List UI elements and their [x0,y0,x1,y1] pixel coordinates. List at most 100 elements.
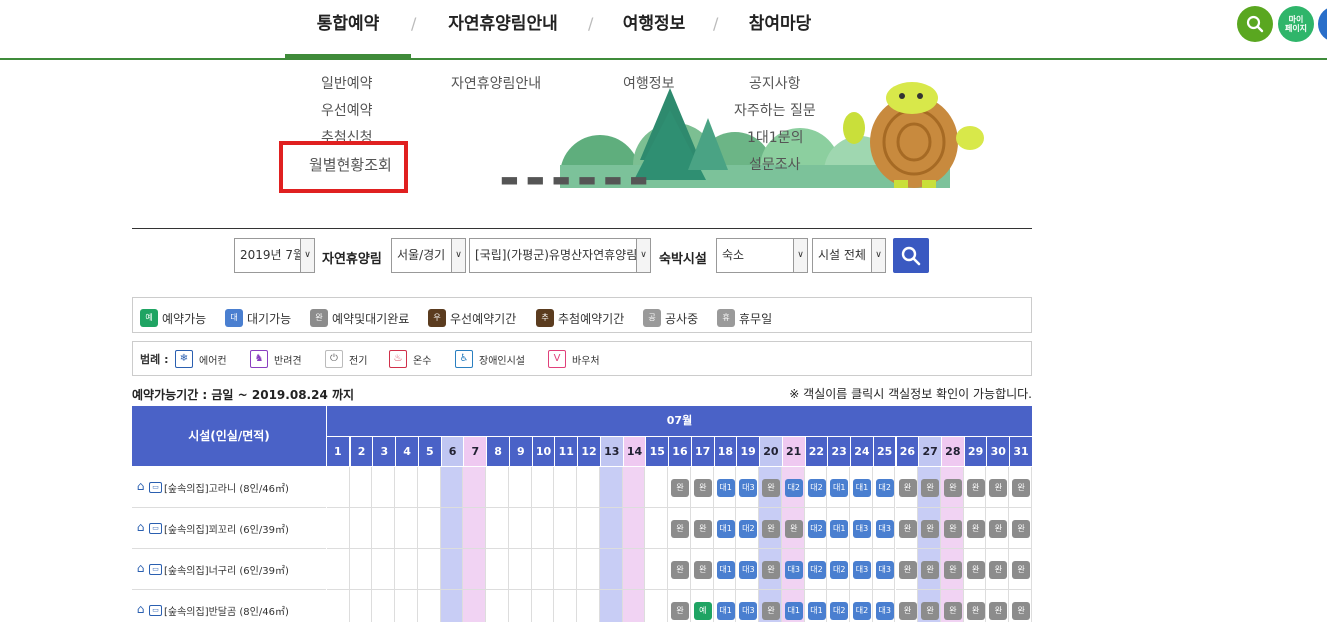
day-cell [463,590,487,622]
status-badge[interactable]: 대2 [739,520,758,538]
facility-select[interactable]: 시설 전체 ∨ [812,238,886,273]
status-badge[interactable]: 대1 [830,520,849,538]
status-badge[interactable]: 완 [693,561,712,579]
submenu-survey[interactable]: 설문조사 [749,154,801,174]
status-badge[interactable]: 대1 [830,479,849,497]
status-badge[interactable]: 완 [1012,479,1031,497]
status-badge[interactable]: 대2 [853,602,872,620]
status-badge[interactable]: 대3 [875,520,894,538]
status-badge[interactable]: 대2 [875,479,894,497]
status-badge[interactable]: 완 [1012,520,1031,538]
room-row-name[interactable]: ⌂ ▭ [숲속의집]고라니 (8인/46㎡) [132,467,326,508]
room-row-name[interactable]: ⌂ ▭ [숲속의집]꾀꼬리 (6인/39㎡) [132,508,326,549]
status-badge[interactable]: 대1 [716,479,735,497]
status-badge[interactable]: 완 [671,479,690,497]
search-button[interactable] [1237,6,1273,42]
submenu-inquiry[interactable]: 1대1문의 [747,127,803,147]
status-badge[interactable]: 완 [966,602,985,620]
status-badge[interactable]: 완 [1012,561,1031,579]
status-badge[interactable]: 완 [921,602,940,620]
gnb-reservation[interactable]: 통합예약 [285,0,411,58]
room-name[interactable]: [숲속의집]너구리 (6인/39㎡) [164,562,289,577]
submenu-notice[interactable]: 공지사항 [749,73,801,93]
mypage-button[interactable]: 마이 페이지 [1278,6,1314,42]
day-cell [486,549,509,590]
status-badge[interactable]: 대2 [830,602,849,620]
status-badge[interactable]: 완 [898,479,917,497]
submenu-priority-reservation[interactable]: 우선예약 [321,100,373,120]
status-badge[interactable]: 완 [966,520,985,538]
status-badge[interactable]: 완 [762,479,781,497]
status-badge[interactable]: 완 [943,479,962,497]
status-badge[interactable]: 완 [784,520,803,538]
status-badge[interactable]: 완 [898,561,917,579]
status-badge[interactable]: 대2 [807,520,826,538]
month-select[interactable]: 2019년 7월 ∨ [234,238,315,273]
gnb-travel-info[interactable]: 여행정보 [612,0,696,58]
status-badge[interactable]: 완 [921,520,940,538]
region-select[interactable]: 서울/경기 ∨ [391,238,466,273]
status-badge[interactable]: 완 [671,602,690,620]
status-badge[interactable]: 예 [693,602,712,620]
status-badge[interactable]: 대1 [716,561,735,579]
status-badge[interactable]: 대2 [807,479,826,497]
status-badge[interactable]: 대1 [807,602,826,620]
status-badge[interactable]: 완 [898,602,917,620]
menu-button[interactable] [1318,6,1327,42]
status-badge[interactable]: 완 [943,602,962,620]
status-badge[interactable]: 대3 [875,602,894,620]
status-badge[interactable]: 완 [762,520,781,538]
status-badge[interactable]: 대1 [853,479,872,497]
status-badge[interactable]: 완 [671,561,690,579]
status-badge[interactable]: 완 [762,561,781,579]
status-badge[interactable]: 완 [966,561,985,579]
status-badge[interactable]: 완 [943,561,962,579]
status-badge[interactable]: 완 [1012,602,1031,620]
lodging-select[interactable]: 숙소 ∨ [716,238,808,273]
filter-search-button[interactable] [893,238,929,273]
aircon-icon: ▭ [149,481,162,493]
status-badge[interactable]: 완 [966,479,985,497]
status-badge[interactable]: 완 [671,520,690,538]
status-badge[interactable]: 대3 [739,602,758,620]
status-badge[interactable]: 대3 [784,561,803,579]
status-badge[interactable]: 대3 [875,561,894,579]
forest-select[interactable]: [국립](가평군)유명산자연휴양림 ∨ [469,238,651,273]
status-badge[interactable]: 대2 [807,561,826,579]
status-badge[interactable]: 대3 [853,561,872,579]
status-badge[interactable]: 대2 [784,479,803,497]
status-badge[interactable]: 완 [989,561,1008,579]
status-badge[interactable]: 완 [921,561,940,579]
room-row-name[interactable]: ⌂ ▭ [숲속의집]너구리 (6인/39㎡) [132,549,326,590]
status-badge[interactable]: 완 [921,479,940,497]
day-cell [645,590,669,622]
submenu-faq[interactable]: 자주하는 질문 [734,100,816,120]
status-badge[interactable]: 완 [693,479,712,497]
status-badge[interactable]: 대2 [830,561,849,579]
status-badge[interactable]: 대1 [784,602,803,620]
status-badge[interactable]: 완 [693,520,712,538]
gnb-forest-info[interactable]: 자연휴양림안내 [440,0,566,58]
status-badge[interactable]: 완 [943,520,962,538]
status-badge[interactable]: 대3 [739,561,758,579]
day-cell [577,590,600,622]
submenu-general-reservation[interactable]: 일반예약 [321,73,373,93]
status-badge[interactable]: 완 [989,602,1008,620]
status-badge[interactable]: 대1 [716,602,735,620]
status-badge[interactable]: 완 [762,602,781,620]
submenu-travel-info[interactable]: 여행정보 [623,73,675,93]
status-badge[interactable]: 완 [989,520,1008,538]
gnb-community[interactable]: 참여마당 [738,0,822,58]
submenu-forest-info[interactable]: 자연휴양림안내 [451,73,541,93]
status-badge[interactable]: 완 [989,479,1008,497]
room-name[interactable]: [숲속의집]고라니 (8인/46㎡) [164,480,289,495]
status-badge[interactable]: 대3 [739,479,758,497]
room-name[interactable]: [숲속의집]꾀꼬리 (6인/39㎡) [164,521,289,536]
status-badge[interactable]: 완 [898,520,917,538]
day-header: 10 [532,437,555,466]
status-badge[interactable]: 대1 [716,520,735,538]
room-row-name[interactable]: ⌂ ▭ [숲속의집]반달곰 (8인/46㎡) [132,590,326,622]
room-name[interactable]: [숲속의집]반달곰 (8인/46㎡) [164,603,289,618]
amenity-label: 전기 [349,355,368,367]
status-badge[interactable]: 대3 [853,520,872,538]
